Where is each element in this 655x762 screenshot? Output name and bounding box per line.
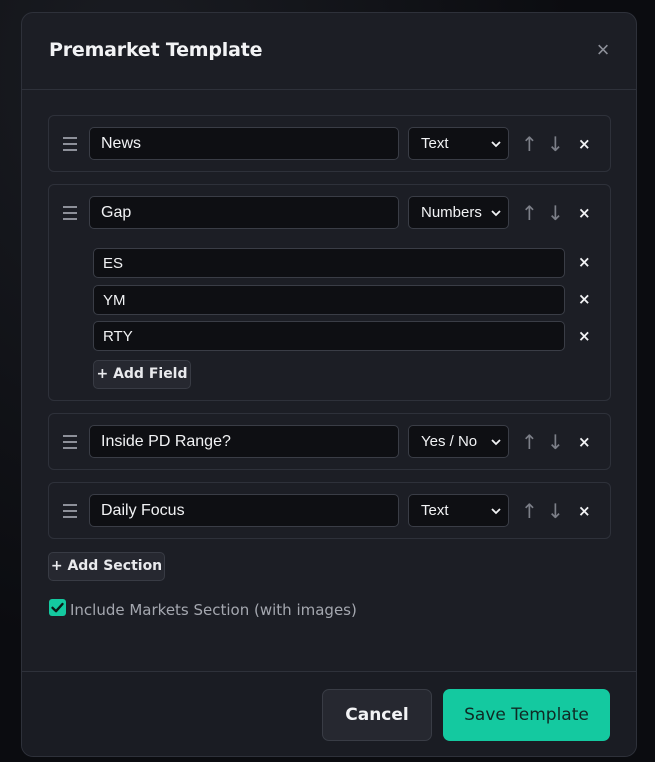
section-daily-focus: Text ↑ ↓ × (48, 482, 611, 539)
move-down-icon[interactable]: ↓ (547, 203, 564, 223)
drag-handle-icon[interactable] (63, 435, 79, 449)
section-type-value: Yes / No (421, 433, 478, 450)
premarket-template-modal: Premarket Template × Text ↑ ↓ × Numbers … (21, 12, 637, 757)
chevron-down-icon (491, 439, 501, 446)
checkmark-icon (51, 602, 64, 613)
drag-handle-icon[interactable] (63, 504, 79, 518)
delete-section-icon[interactable]: × (578, 434, 591, 450)
chevron-down-icon (491, 141, 501, 148)
field-input-rty[interactable] (93, 321, 565, 351)
section-name-input[interactable] (89, 425, 399, 458)
section-name-input[interactable] (89, 494, 399, 527)
section-type-select[interactable]: Text (408, 127, 509, 160)
field-input-es[interactable] (93, 248, 565, 278)
chevron-down-icon (491, 210, 501, 217)
delete-section-icon[interactable]: × (578, 136, 591, 152)
delete-section-icon[interactable]: × (578, 503, 591, 519)
move-down-icon[interactable]: ↓ (547, 501, 564, 521)
move-up-icon[interactable]: ↑ (521, 501, 538, 521)
section-inside-pd-range: Yes / No ↑ ↓ × (48, 413, 611, 470)
delete-section-icon[interactable]: × (578, 205, 591, 221)
move-up-icon[interactable]: ↑ (521, 432, 538, 452)
move-up-icon[interactable]: ↑ (521, 203, 538, 223)
section-type-value: Text (421, 135, 449, 152)
move-down-icon[interactable]: ↓ (547, 432, 564, 452)
drag-handle-icon[interactable] (63, 137, 79, 151)
section-type-select[interactable]: Text (408, 494, 509, 527)
section-type-select[interactable]: Numbers (408, 196, 509, 229)
modal-title: Premarket Template (49, 39, 263, 61)
save-template-button[interactable]: Save Template (443, 689, 610, 741)
modal-header: Premarket Template × (22, 13, 636, 90)
section-name-input[interactable] (89, 127, 399, 160)
section-type-value: Numbers (421, 204, 482, 221)
section-type-select[interactable]: Yes / No (408, 425, 509, 458)
include-markets-checkbox[interactable] (49, 599, 66, 616)
section-type-value: Text (421, 502, 449, 519)
field-input-ym[interactable] (93, 285, 565, 315)
delete-field-icon[interactable]: × (578, 291, 591, 307)
include-markets-label: Include Markets Section (with images) (70, 601, 357, 619)
modal-footer: Cancel Save Template (22, 671, 636, 756)
close-icon[interactable]: × (594, 39, 612, 61)
section-gap: Numbers ↑ ↓ × × × × + Add Field (48, 184, 611, 401)
move-down-icon[interactable]: ↓ (547, 134, 564, 154)
chevron-down-icon (491, 508, 501, 515)
drag-handle-icon[interactable] (63, 206, 79, 220)
add-field-button[interactable]: + Add Field (93, 360, 191, 389)
delete-field-icon[interactable]: × (578, 254, 591, 270)
section-name-input[interactable] (89, 196, 399, 229)
add-section-button[interactable]: + Add Section (48, 552, 165, 581)
section-news: Text ↑ ↓ × (48, 115, 611, 172)
move-up-icon[interactable]: ↑ (521, 134, 538, 154)
delete-field-icon[interactable]: × (578, 328, 591, 344)
cancel-button[interactable]: Cancel (322, 689, 432, 741)
